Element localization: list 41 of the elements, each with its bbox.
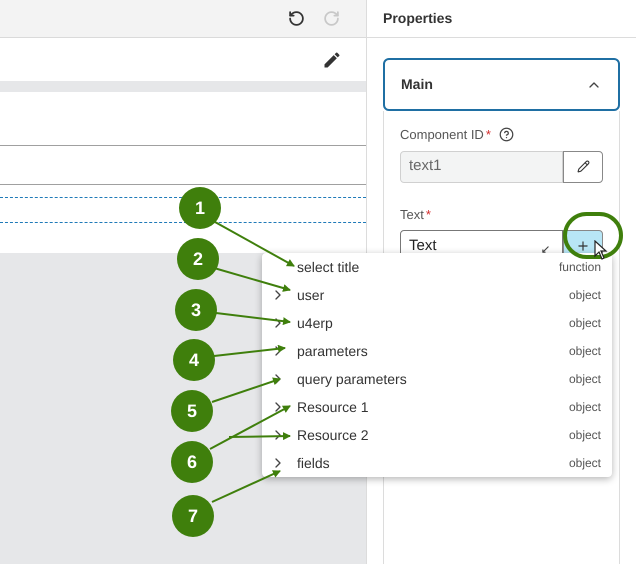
menu-item[interactable]: parameters object [262, 337, 612, 365]
menu-item[interactable]: u4erp object [262, 309, 612, 337]
resize-icon [541, 245, 550, 254]
arrow [212, 377, 281, 403]
item-type: object [568, 455, 601, 472]
item-label: Resource 1 [297, 398, 370, 416]
plus-icon [576, 239, 590, 253]
item-type: object [568, 399, 601, 416]
menu-item[interactable]: Resource 2 object [262, 421, 612, 449]
callout-badge: 2 [177, 238, 219, 280]
item-type: object [568, 427, 601, 444]
menu-item[interactable]: user object [262, 281, 612, 309]
item-type: object [568, 315, 601, 332]
item-type: function [558, 259, 601, 276]
menu-item[interactable]: fields object [262, 449, 612, 477]
item-type: object [568, 343, 601, 360]
arrow [212, 470, 281, 503]
field-label: Component ID [400, 126, 484, 144]
edit-button[interactable] [563, 150, 603, 182]
item-type: object [568, 371, 601, 388]
item-label: query parameters [297, 370, 408, 389]
pencil-icon [576, 160, 590, 173]
item-label: parameters [297, 342, 369, 361]
required-mark: * [486, 128, 491, 142]
undo-icon[interactable] [288, 10, 305, 27]
required-mark: * [426, 208, 431, 221]
panel-title: Properties [383, 9, 452, 28]
help-icon[interactable] [498, 127, 514, 142]
item-label: u4erp [297, 314, 334, 333]
item-label: select title [297, 258, 360, 276]
item-type: object [568, 287, 601, 304]
callout-badge: 1 [179, 187, 221, 229]
item-label: Resource 2 [297, 426, 370, 444]
menu-item[interactable]: query parameters object [262, 365, 612, 393]
component-id-field[interactable]: text1 [400, 150, 564, 182]
section-header[interactable]: Main [383, 58, 620, 111]
item-label: fields [297, 454, 331, 472]
menu-item[interactable]: Resource 1 object [262, 393, 612, 421]
item-label: user [297, 286, 326, 304]
pencil-icon[interactable] [322, 50, 342, 70]
field-label: Text [400, 206, 424, 224]
